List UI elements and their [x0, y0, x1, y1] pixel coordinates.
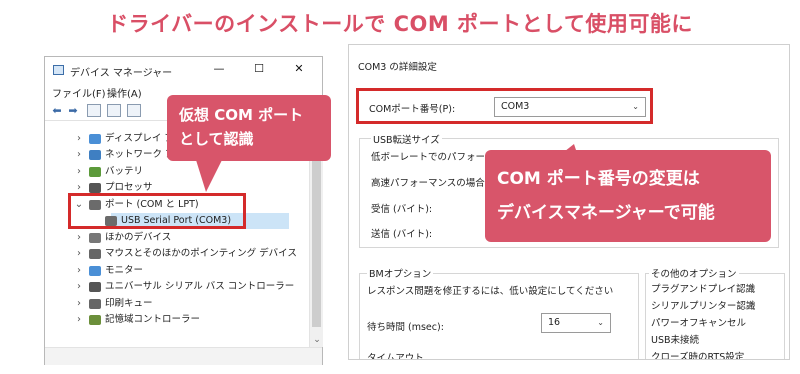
callout-virtual-pointer: [196, 160, 222, 192]
misc-option-serial-printer[interactable]: シリアルプリンター認識: [651, 298, 755, 312]
port-number-highlight-box: [356, 88, 653, 124]
menu-action[interactable]: 操作(A): [107, 85, 142, 100]
chevron-right-icon[interactable]: ›: [74, 296, 84, 312]
misc-option-pnp[interactable]: プラグアンドプレイ認識: [651, 281, 755, 295]
device-icon: [89, 134, 101, 144]
receive-label: 受信 (バイト):: [371, 204, 433, 215]
properties-title: COM3 の詳細設定: [358, 62, 437, 73]
callout-change-line2: デバイスマネージャーで可能: [497, 203, 715, 223]
scrollbar-thumb[interactable]: [312, 137, 321, 327]
chevron-right-icon[interactable]: ›: [74, 279, 84, 295]
title-bar: デバイス マネージャー — ☐ ✕: [45, 57, 322, 83]
bm-heading: BMオプション: [367, 266, 434, 280]
misc-option-rts-close[interactable]: クローズ時のRTS設定: [651, 349, 744, 359]
page-headline: ドライバーのインストールで COM ポートとして使用可能に: [107, 12, 693, 36]
minimize-button[interactable]: —: [209, 61, 229, 77]
latency-value: 16: [548, 317, 561, 328]
callout-virtual-line1: 仮想 COM ポート: [179, 106, 304, 124]
callout-virtual-line2: として認識: [179, 130, 254, 148]
maximize-button[interactable]: ☐: [249, 61, 269, 77]
device-icon: [89, 282, 101, 292]
tree-item-label: ディスプレイ ア: [105, 133, 174, 144]
ports-highlight-box: [68, 193, 246, 229]
close-button[interactable]: ✕: [289, 61, 309, 77]
tree-item-label: ネットワーク ア: [105, 149, 175, 160]
chevron-right-icon[interactable]: ›: [74, 131, 84, 147]
timeout-heading: タイムアウト: [367, 353, 424, 360]
status-bar: [45, 347, 322, 365]
tree-item-label: ユニバーサル シリアル バス コントローラー: [105, 281, 295, 292]
latency-label: 待ち時間 (msec):: [367, 322, 444, 333]
chevron-right-icon[interactable]: ›: [74, 312, 84, 328]
send-label: 送信 (バイト):: [371, 229, 433, 240]
back-arrow-icon[interactable]: ⬅: [50, 104, 64, 117]
device-icon: [89, 150, 101, 160]
device-icon: [89, 183, 101, 193]
tree-item-label: モニター: [105, 265, 144, 276]
high-perf-label: 高速パフォーマンスの場合は: [371, 178, 495, 189]
help-icon[interactable]: [127, 104, 141, 117]
chevron-right-icon[interactable]: ›: [74, 164, 84, 180]
device-icon: [89, 315, 101, 325]
callout-virtual-com: 仮想 COM ポート として認識: [167, 95, 331, 161]
device-icon: [89, 299, 101, 309]
bm-description: レスポンス問題を修正するには、低い設定にしてください: [367, 286, 614, 297]
callout-change-com: COM ポート番号の変更は デバイスマネージャーで可能: [485, 150, 771, 242]
tree-item-label: 記憶域コントローラー: [105, 314, 201, 325]
show-hide-tree-icon[interactable]: [87, 104, 101, 117]
chevron-down-icon: ⌄: [597, 318, 604, 327]
tree-item-label: マウスとそのほかのポインティング デバイス: [105, 248, 297, 259]
scroll-down-icon[interactable]: ⌄: [310, 335, 324, 345]
chevron-right-icon[interactable]: ›: [74, 147, 84, 163]
low-baud-label: 低ボーレートでのパフォーマ: [371, 152, 495, 163]
usb-transfer-heading: USB転送サイズ: [371, 132, 442, 146]
device-icon: [89, 249, 101, 259]
misc-heading: その他のオプション: [649, 266, 739, 280]
latency-combo[interactable]: 16 ⌄: [541, 313, 611, 333]
tree-item-label: ほかのデバイス: [105, 232, 172, 243]
menu-file[interactable]: ファイル(F): [52, 85, 106, 100]
device-manager-icon: [53, 65, 64, 75]
device-icon: [89, 233, 101, 243]
callout-change-line1: COM ポート番号の変更は: [497, 169, 700, 189]
tree-item-label: 印刷キュー: [105, 298, 153, 309]
chevron-right-icon[interactable]: ›: [74, 230, 84, 246]
misc-option-power-off[interactable]: パワーオフキャンセル: [651, 315, 746, 329]
forward-arrow-icon[interactable]: ➡: [66, 104, 80, 117]
chevron-right-icon[interactable]: ›: [74, 246, 84, 262]
properties-icon[interactable]: [107, 104, 121, 117]
device-icon: [89, 167, 101, 177]
tree-item-label: バッテリ: [105, 166, 144, 177]
device-icon: [89, 266, 101, 276]
window-title: デバイス マネージャー: [70, 68, 173, 79]
misc-option-usb-disconnect[interactable]: USB未接続: [651, 332, 699, 346]
chevron-right-icon[interactable]: ›: [74, 263, 84, 279]
